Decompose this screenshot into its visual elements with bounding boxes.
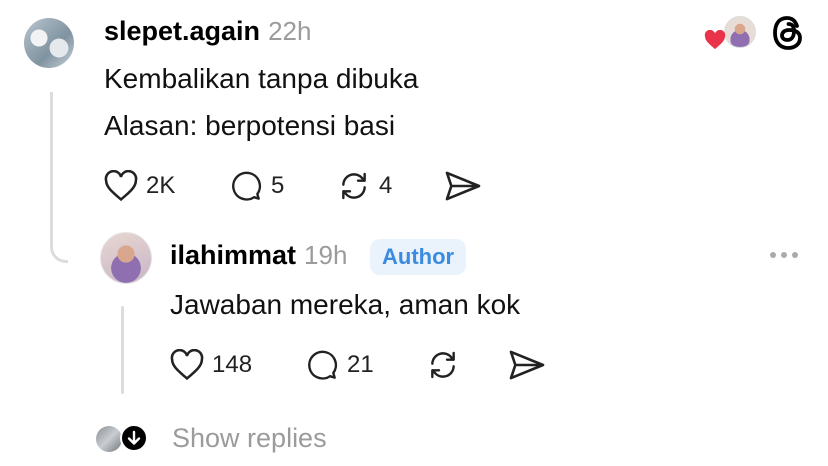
post-username[interactable]: slepet.again bbox=[104, 16, 260, 47]
heart-icon bbox=[170, 349, 204, 381]
show-replies-link[interactable]: Show replies bbox=[172, 423, 327, 454]
reply-comment-count: 21 bbox=[347, 351, 374, 378]
share-icon[interactable] bbox=[444, 170, 482, 202]
comment-icon bbox=[308, 350, 338, 380]
author-badge: Author bbox=[370, 239, 467, 275]
reply-text: Jawaban mereka, aman kok bbox=[170, 289, 521, 320]
avatar-slepet-again[interactable] bbox=[24, 18, 74, 68]
like-button[interactable]: 2K bbox=[104, 170, 175, 202]
comment-icon bbox=[232, 171, 262, 201]
repost-button[interactable]: 4 bbox=[337, 170, 392, 202]
post-text-line-2: Alasan: berpotensi basi bbox=[104, 110, 396, 141]
thread-connector-line bbox=[50, 92, 68, 263]
reply-username[interactable]: ilahimmat bbox=[170, 240, 296, 271]
comment-button[interactable]: 5 bbox=[229, 170, 284, 202]
more-options-button[interactable] bbox=[770, 252, 798, 258]
heart-icon bbox=[104, 170, 138, 202]
like-count: 2K bbox=[146, 172, 176, 199]
repost-icon[interactable] bbox=[426, 349, 460, 381]
reply-like-count: 148 bbox=[212, 351, 253, 378]
liked-by-avatar bbox=[724, 16, 756, 48]
replier-avatar bbox=[96, 426, 122, 452]
repost-count: 4 bbox=[379, 172, 393, 199]
reply-like-button[interactable]: 148 bbox=[170, 349, 252, 381]
repost-icon bbox=[342, 172, 366, 200]
reply-thread-line bbox=[121, 306, 124, 394]
share-icon[interactable] bbox=[508, 349, 546, 381]
reply-comment-button[interactable]: 21 bbox=[305, 349, 374, 381]
post-timestamp: 22h bbox=[268, 16, 312, 46]
down-arrow-icon[interactable] bbox=[120, 424, 148, 452]
post-text-line-1: Kembalikan tanpa dibuka bbox=[104, 63, 419, 94]
more-icon bbox=[770, 252, 776, 258]
heart-icon bbox=[704, 30, 726, 50]
avatar-ilahimmat[interactable] bbox=[100, 232, 152, 284]
comment-count: 5 bbox=[271, 172, 285, 199]
liked-by-indicator[interactable] bbox=[704, 14, 756, 54]
threads-logo-icon[interactable] bbox=[770, 14, 806, 52]
reply-timestamp: 19h bbox=[304, 240, 348, 270]
